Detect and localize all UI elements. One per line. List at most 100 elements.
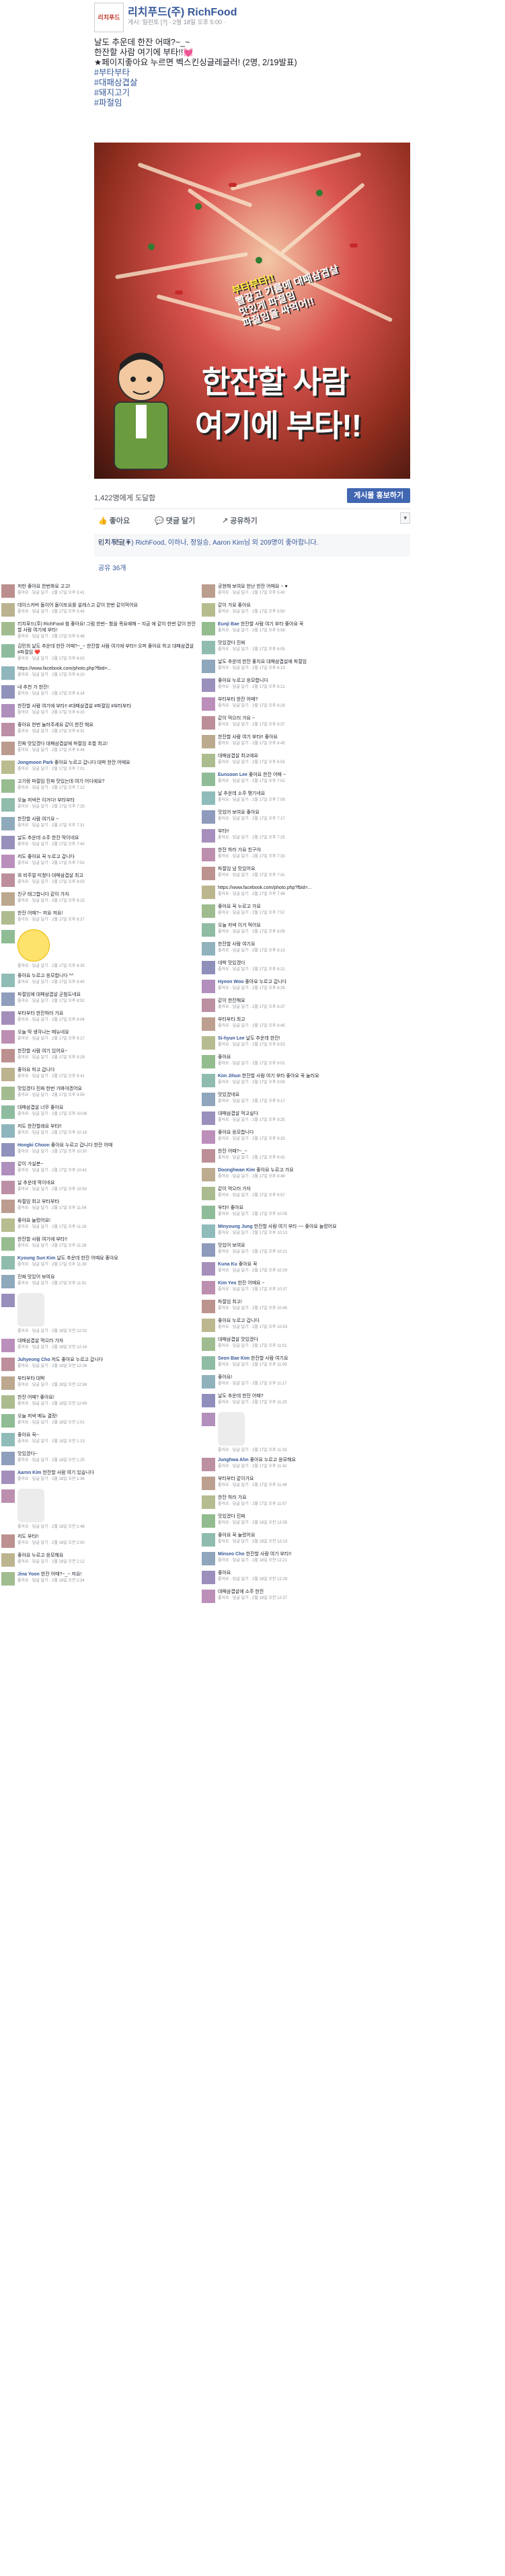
avatar[interactable] [1, 1452, 15, 1465]
avatar[interactable] [1, 1200, 15, 1213]
commenter-name[interactable]: Doonghwan Kim [218, 1168, 255, 1173]
reach-text[interactable]: 1,422명에게 도달함 [94, 492, 155, 503]
comment-meta[interactable]: 좋아요 · 답글 달기 · 2월 17일 오후 10:21 [218, 1249, 397, 1255]
comment-meta[interactable]: 좋아요 · 답글 달기 · 2월 17일 오후 10:29 [218, 1268, 397, 1274]
comment-meta[interactable]: 좋아요 · 답글 달기 · 2월 17일 오후 10:06 [17, 1111, 196, 1117]
comment-meta[interactable]: 좋아요 · 답글 달기 · 2월 17일 오후 7:49 [218, 892, 397, 897]
avatar[interactable] [202, 1300, 215, 1313]
avatar[interactable] [202, 1187, 215, 1200]
avatar[interactable] [202, 1055, 215, 1068]
avatar[interactable] [202, 1477, 215, 1490]
commenter-name[interactable]: Minseo Cho [218, 1552, 245, 1557]
avatar[interactable] [1, 855, 15, 868]
comment-meta[interactable]: 좋아요 · 답글 달기 · 2월 17일 오후 5:42 [218, 590, 397, 596]
comment-meta[interactable]: 좋아요 · 답글 달기 · 2월 17일 오후 11:09 [218, 1362, 397, 1368]
comment-meta[interactable]: 좋아요 · 답글 달기 · 2월 17일 오후 8:29 [218, 986, 397, 991]
like-button[interactable]: 👍 좋아요 [98, 515, 130, 526]
avatar[interactable] [202, 1458, 215, 1471]
avatar[interactable] [202, 923, 215, 937]
comment-order-dropdown[interactable]: 인기 댓글 ▾ [98, 537, 405, 547]
avatar[interactable] [1, 1162, 15, 1175]
avatar[interactable] [1, 1471, 15, 1484]
commenter-name[interactable]: Kim Yeo [218, 1281, 237, 1286]
comment-meta[interactable]: 좋아요 · 답글 달기 · 2월 18일 오전 12:49 [17, 1401, 196, 1407]
comment-meta[interactable]: 좋아요 · 답글 달기 · 2월 17일 오후 9:01 [218, 1061, 397, 1066]
comment-meta[interactable]: 좋아요 · 답글 달기 · 2월 17일 오후 8:15 [17, 898, 196, 904]
avatar[interactable] [202, 1514, 215, 1528]
avatar[interactable] [1, 1237, 15, 1251]
avatar[interactable] [202, 791, 215, 805]
avatar[interactable] [202, 848, 215, 861]
comment-meta[interactable]: 좋아요 · 답글 달기 · 2월 17일 오후 8:45 [218, 1023, 397, 1029]
comment-meta[interactable]: 좋아요 · 답글 달기 · 2월 17일 오후 8:40 [17, 980, 196, 985]
avatar[interactable] [1, 1030, 15, 1044]
avatar[interactable] [202, 1495, 215, 1509]
avatar[interactable] [202, 1111, 215, 1125]
comment-meta[interactable]: 좋아요 · 답글 달기 · 2월 17일 오후 10:37 [218, 1287, 397, 1292]
commenter-name[interactable]: Si-hyun Lee [218, 1036, 245, 1041]
comment-meta[interactable]: 좋아요 · 답글 달기 · 2월 18일 오전 12:37 [218, 1596, 397, 1601]
avatar[interactable] [1, 817, 15, 830]
comment-meta[interactable]: 좋아요 · 답글 달기 · 2월 17일 오후 6:53 [218, 760, 397, 765]
comment-meta[interactable]: 좋아요 · 답글 달기 · 2월 17일 오후 6:37 [218, 722, 397, 728]
page-name[interactable]: 리치푸드(주) RichFood [128, 3, 237, 19]
commenter-name[interactable]: Eunji Bae [218, 622, 239, 627]
avatar[interactable] [1, 798, 15, 812]
comment-meta[interactable]: 좋아요 · 답글 달기 · 2월 17일 오후 5:48 [17, 634, 196, 639]
avatar[interactable] [1, 1553, 15, 1567]
avatar[interactable] [1, 911, 15, 925]
comment-meta[interactable]: 좋아요 · 답글 달기 · 2월 17일 오후 11:39 [17, 1262, 196, 1267]
comment-meta[interactable]: 좋아요 · 답글 달기 · 2월 17일 오후 7:01 [218, 779, 397, 784]
commenter-name[interactable]: Kyoung Sun Kim [17, 1256, 55, 1261]
comment-meta[interactable]: 좋아요 · 답글 달기 · 2월 17일 오후 8:52 [17, 999, 196, 1004]
avatar[interactable] [202, 904, 215, 918]
comment-meta[interactable]: 좋아요 · 답글 달기 · 2월 17일 오후 5:58 [218, 628, 397, 633]
comment-meta[interactable]: 좋아요 · 답글 달기 · 2월 17일 오후 5:41 [17, 590, 196, 596]
avatar[interactable] [1, 1143, 15, 1157]
avatar[interactable] [202, 980, 215, 993]
comment-meta[interactable]: 좋아요 · 답글 달기 · 2월 17일 오후 7:17 [218, 816, 397, 822]
comment-meta[interactable]: 좋아요 · 답글 달기 · 2월 17일 오후 7:09 [218, 797, 397, 803]
avatar[interactable] [202, 829, 215, 843]
avatar[interactable] [202, 1017, 215, 1031]
comment-meta[interactable]: 좋아요 · 답글 달기 · 2월 17일 오후 9:17 [17, 1036, 196, 1042]
avatar[interactable] [1, 760, 15, 774]
comment-meta[interactable]: 좋아요 · 답글 달기 · 2월 17일 오후 8:53 [218, 1042, 397, 1048]
avatar[interactable] [1, 742, 15, 755]
comment-meta[interactable]: 좋아요 · 답글 달기 · 2월 18일 오전 12:21 [218, 1558, 397, 1563]
commenter-name[interactable]: Jina Yoon [17, 1572, 40, 1577]
comment-meta[interactable]: 좋아요 · 답글 달기 · 2월 17일 오후 9:55 [17, 1093, 196, 1098]
avatar[interactable] [1, 1489, 15, 1503]
hashtag[interactable]: #파절임 [94, 98, 403, 108]
comment-meta[interactable]: 좋아요 · 답글 달기 · 2월 18일 오전 1:13 [17, 1439, 196, 1444]
hashtag[interactable]: #대패삼겹살 [94, 78, 403, 88]
avatar[interactable] [1, 622, 15, 635]
comment-meta[interactable]: 좋아요 · 답글 달기 · 2월 18일 오전 1:36 [17, 1477, 196, 1482]
comment-meta[interactable]: 좋아요 · 답글 달기 · 2월 17일 오후 6:05 [218, 647, 397, 652]
avatar[interactable] [202, 1281, 215, 1294]
avatar[interactable] [202, 1224, 215, 1238]
share-count[interactable]: 공유 36개 [98, 562, 126, 572]
avatar[interactable] [1, 1395, 15, 1409]
comment-meta[interactable]: 좋아요 · 답글 달기 · 2월 17일 오후 9:57 [218, 1193, 397, 1198]
avatar[interactable] [1, 644, 15, 658]
avatar[interactable] [202, 1262, 215, 1276]
avatar[interactable] [202, 697, 215, 711]
avatar[interactable] [202, 942, 215, 955]
avatar[interactable] [202, 810, 215, 824]
avatar[interactable] [202, 1130, 215, 1144]
comment-meta[interactable]: 좋아요 · 답글 달기 · 2월 18일 오전 12:14 [17, 1345, 196, 1350]
avatar[interactable] [202, 1036, 215, 1050]
avatar[interactable] [202, 867, 215, 880]
avatar[interactable] [202, 999, 215, 1012]
comment-meta[interactable]: 좋아요 · 답글 달기 · 2월 17일 오후 9:49 [218, 1174, 397, 1179]
comment-meta[interactable]: 좋아요 · 답글 달기 · 2월 18일 오전 12:05 [218, 1520, 397, 1526]
comment-meta[interactable]: 좋아요 · 답글 달기 · 2월 17일 오후 9:17 [218, 1099, 397, 1104]
avatar[interactable] [1, 1376, 15, 1390]
avatar[interactable] [202, 1206, 215, 1219]
avatar[interactable] [202, 1168, 215, 1181]
comment-meta[interactable]: 좋아요 · 답글 달기 · 2월 18일 오전 2:00 [17, 1540, 196, 1546]
avatar[interactable] [202, 754, 215, 767]
avatar[interactable] [1, 1433, 15, 1446]
commenter-name[interactable]: Seon Bae Kim [218, 1356, 249, 1361]
